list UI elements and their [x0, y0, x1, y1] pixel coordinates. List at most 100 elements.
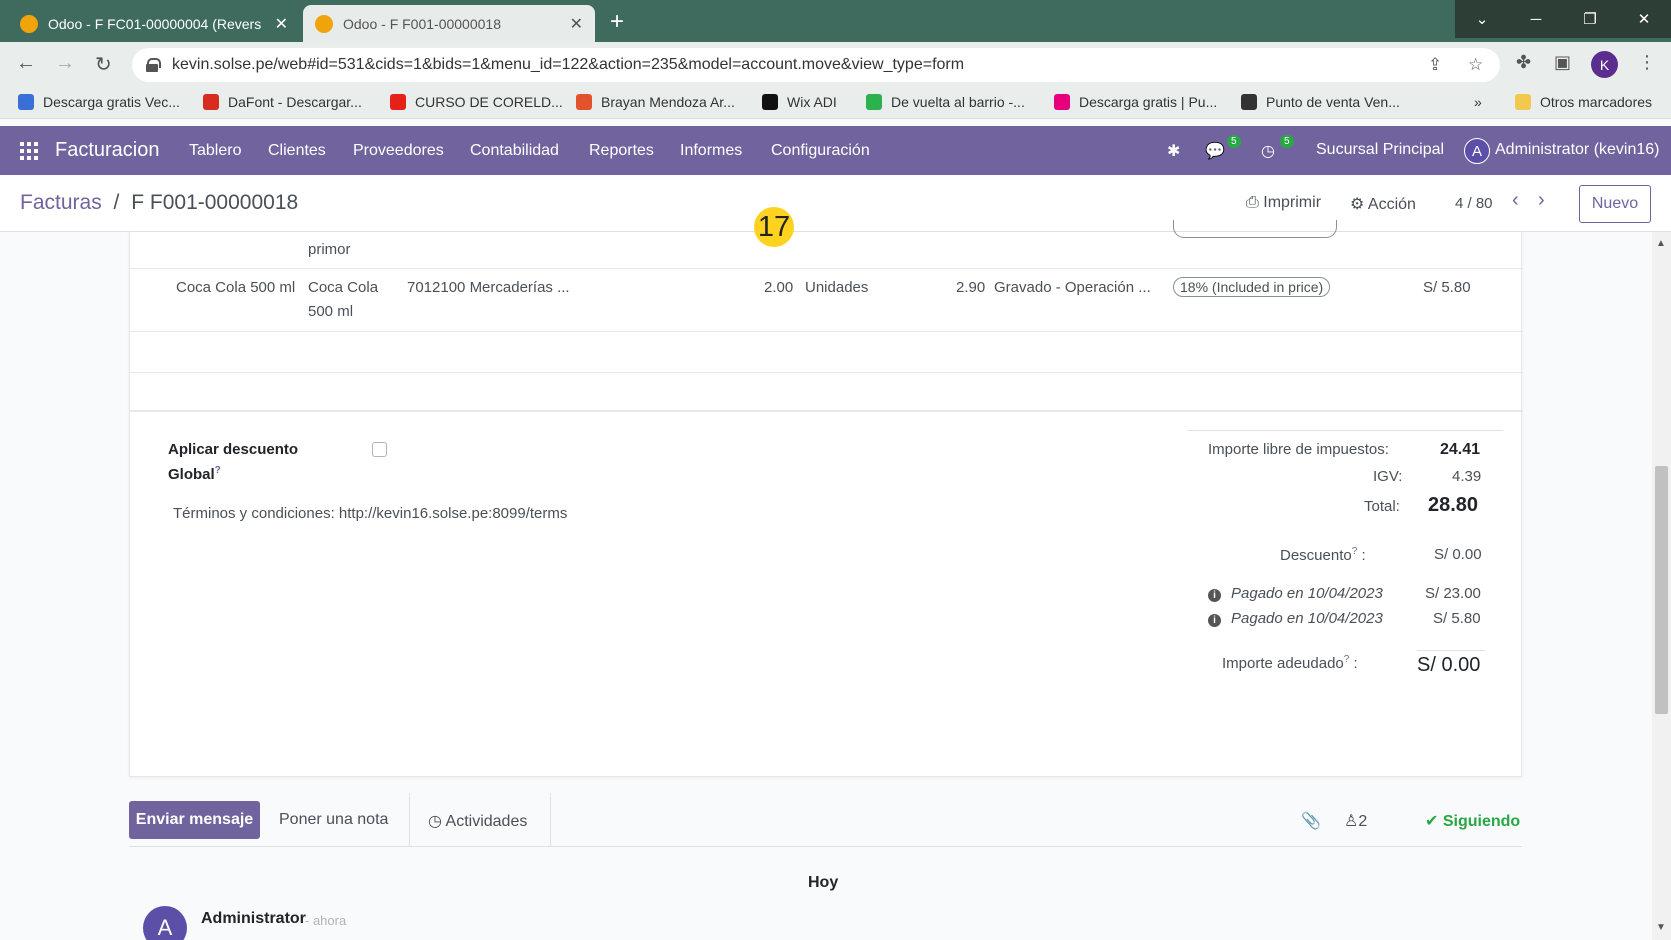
activities-button[interactable]: ◷ Actividades: [428, 811, 527, 831]
app-brand[interactable]: Facturacion: [55, 139, 160, 162]
menu-informes[interactable]: Informes: [680, 142, 742, 160]
bookmark-label: DaFont - Descargar...: [228, 94, 362, 110]
clock-icon: ◷: [428, 813, 446, 830]
restore-icon[interactable]: ❐: [1563, 0, 1617, 38]
breadcrumb-facturas[interactable]: Facturas: [20, 191, 102, 214]
bookmark-label: Brayan Mendoza Ar...: [601, 94, 735, 110]
untaxed-label: Importe libre de impuestos:: [1208, 441, 1389, 458]
row-divider: [130, 331, 1523, 332]
attachment-paperclip-icon[interactable]: 📎: [1301, 811, 1321, 831]
bookmark-favicon-icon: [866, 94, 882, 110]
messages-icon[interactable]: 💬: [1205, 141, 1225, 161]
bookmark-item[interactable]: Brayan Mendoza Ar...: [576, 94, 735, 110]
message-author[interactable]: Administrator: [201, 910, 306, 928]
lock-icon: [146, 58, 161, 72]
bookmark-item[interactable]: Punto de venta Ven...: [1241, 94, 1400, 110]
help-tooltip-icon[interactable]: ?: [215, 465, 221, 476]
more-bookmarks-button[interactable]: »: [1474, 94, 1482, 110]
pager-next-icon[interactable]: ›: [1538, 189, 1545, 212]
profile-avatar[interactable]: K: [1591, 51, 1618, 78]
menu-contabilidad[interactable]: Contabilidad: [470, 142, 559, 160]
bookmark-item[interactable]: Wix ADI: [762, 94, 837, 110]
line-subtotal: S/ 5.80: [1423, 279, 1471, 296]
info-icon[interactable]: i: [1208, 589, 1221, 602]
url-input[interactable]: kevin.solse.pe/web#id=531&cids=1&bids=1&…: [132, 48, 1500, 82]
minimize-icon[interactable]: ─: [1509, 0, 1563, 38]
section-divider: [130, 410, 1523, 412]
user-menu[interactable]: Administrator (kevin16): [1495, 141, 1660, 159]
odoo-favicon-icon: [315, 14, 333, 33]
untaxed-value: 24.41: [1440, 441, 1481, 458]
folder-icon: [1515, 94, 1531, 110]
followers-count: 2: [1358, 813, 1368, 830]
scroll-up-icon[interactable]: ▲: [1656, 238, 1666, 249]
control-panel: Facturas / F F001-00000018 ⎙ Imprimir ⚙ …: [0, 175, 1671, 232]
action-button[interactable]: ⚙ Acción: [1350, 194, 1416, 214]
total-value: 28.80: [1428, 494, 1479, 516]
bookmark-item[interactable]: CURSO DE CORELD...: [390, 94, 563, 110]
extensions-icon[interactable]: ✤: [1516, 52, 1531, 73]
pager-previous-icon[interactable]: ‹: [1512, 189, 1519, 212]
new-tab-icon[interactable]: +: [610, 8, 624, 36]
new-button[interactable]: Nuevo: [1579, 185, 1651, 223]
log-note-button[interactable]: Poner una nota: [279, 811, 388, 829]
branch-switcher[interactable]: Sucursal Principal: [1316, 141, 1444, 159]
amount-due-value: S/ 0.00: [1417, 654, 1481, 676]
close-tab-icon[interactable]: ✕: [570, 14, 583, 34]
pager-value[interactable]: 4 / 80: [1455, 195, 1493, 212]
total-label: Total:: [1364, 498, 1400, 515]
tax-pill-partial: [1173, 220, 1337, 238]
share-icon[interactable]: ⇪: [1428, 55, 1442, 75]
close-window-icon[interactable]: ✕: [1617, 0, 1671, 38]
menu-clientes[interactable]: Clientes: [268, 142, 326, 160]
browser-tab-1[interactable]: Odoo - F FC01-00000004 (Revers ✕: [8, 5, 300, 42]
bookmark-star-icon[interactable]: ☆: [1468, 55, 1483, 75]
help-tooltip-icon[interactable]: ?: [1352, 546, 1358, 557]
amount-due-label-text: Importe adeudado: [1222, 655, 1344, 672]
print-button[interactable]: ⎙ Imprimir: [1246, 194, 1321, 212]
browser-tab-2[interactable]: Odoo - F F001-00000018 ✕: [303, 5, 595, 42]
browser-menu-icon[interactable]: ⋮: [1638, 52, 1656, 73]
user-avatar[interactable]: A: [1464, 138, 1490, 164]
followers-button[interactable]: ♙2: [1344, 811, 1367, 831]
reload-icon[interactable]: ↻: [95, 52, 112, 77]
send-message-button[interactable]: Enviar mensaje: [129, 801, 260, 839]
payment-info-2[interactable]: i Pagado en 10/04/2023: [1208, 610, 1383, 627]
following-button[interactable]: ✔ Siguiendo: [1425, 811, 1520, 831]
help-tooltip-icon[interactable]: ?: [1344, 654, 1350, 665]
forward-icon[interactable]: →: [55, 52, 75, 75]
info-icon[interactable]: i: [1208, 614, 1221, 627]
close-tab-icon[interactable]: ✕: [275, 14, 288, 34]
breadcrumb: Facturas / F F001-00000018: [20, 191, 298, 215]
url-text: kevin.solse.pe/web#id=531&cids=1&bids=1&…: [172, 56, 965, 73]
bookmark-label: De vuelta al barrio -...: [891, 94, 1025, 110]
tab-search-icon[interactable]: ⌄: [1455, 0, 1509, 38]
menu-reportes[interactable]: Reportes: [589, 142, 654, 160]
scroll-down-icon[interactable]: ▼: [1656, 922, 1666, 933]
terms-text: Términos y condiciones: http://kevin16.s…: [173, 505, 568, 522]
menu-tablero[interactable]: Tablero: [189, 142, 241, 160]
scrollbar-thumb[interactable]: [1655, 466, 1668, 714]
global-discount-checkbox[interactable]: [372, 442, 387, 457]
debug-bug-icon[interactable]: ✱: [1167, 141, 1180, 161]
breadcrumb-current: F F001-00000018: [131, 191, 299, 214]
other-bookmarks-folder[interactable]: Otros marcadores: [1515, 94, 1652, 110]
menu-proveedores[interactable]: Proveedores: [353, 142, 444, 160]
menu-configuracion[interactable]: Configuración: [771, 142, 870, 160]
apps-menu-icon[interactable]: [20, 142, 38, 160]
user-icon: ♙: [1344, 813, 1359, 830]
print-label: Imprimir: [1263, 194, 1322, 211]
global-discount-label: Aplicar descuento: [168, 441, 298, 458]
activities-clock-icon[interactable]: ◷: [1261, 141, 1275, 161]
message-author-avatar[interactable]: A: [143, 906, 187, 940]
bookmark-item[interactable]: De vuelta al barrio -...: [866, 94, 1025, 110]
payment-info-1[interactable]: i Pagado en 10/04/2023: [1208, 585, 1383, 602]
bookmark-item[interactable]: Descarga gratis Vec...: [18, 94, 180, 110]
back-icon[interactable]: ←: [16, 52, 36, 75]
bookmark-item[interactable]: Descarga gratis | Pu...: [1054, 94, 1217, 110]
payment-label: Pagado en 10/04/2023: [1231, 610, 1383, 627]
bookmark-item[interactable]: DaFont - Descargar...: [203, 94, 362, 110]
side-panel-icon[interactable]: ▣: [1554, 52, 1571, 73]
bookmark-favicon-icon: [203, 94, 219, 110]
browser-tab-title: Odoo - F FC01-00000004 (Revers: [48, 15, 262, 32]
